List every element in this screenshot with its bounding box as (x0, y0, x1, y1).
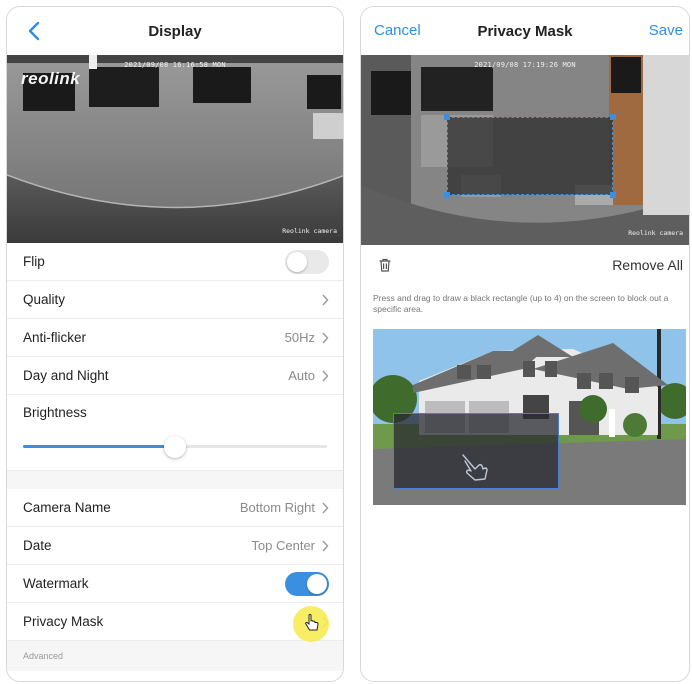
chevron-left-icon[interactable] (23, 19, 47, 43)
flip-row: Flip (7, 243, 343, 281)
date-value: Top Center (251, 538, 315, 553)
mask-handle-bottom-left[interactable] (444, 192, 450, 198)
privacy-mask-rectangle[interactable] (447, 117, 613, 195)
camera-name-label: Camera Name (23, 500, 111, 515)
camera-watermark: Reolink camera (282, 227, 337, 235)
date-label: Date (23, 538, 52, 553)
save-button[interactable]: Save (649, 22, 683, 39)
mask-toolbar: Remove All (361, 245, 689, 285)
flip-toggle[interactable] (285, 249, 329, 274)
chevron-right-icon (322, 370, 329, 381)
brightness-slider[interactable] (23, 436, 327, 458)
page-title: Display (148, 22, 202, 40)
day-night-row[interactable]: Day and Night Auto (7, 357, 343, 395)
settings-list: Flip Quality Anti-flicker 50Hz Day and N… (7, 243, 343, 671)
remove-all-button[interactable]: Remove All (612, 257, 683, 273)
chevron-right-icon (322, 540, 329, 551)
camera-name-value: Bottom Right (239, 500, 315, 515)
privacy-mask-label: Privacy Mask (23, 614, 104, 629)
mask-handle-top-right[interactable] (610, 114, 616, 120)
brightness-section: Brightness (7, 395, 343, 471)
day-night-label: Day and Night (23, 368, 109, 383)
camera-timestamp: 2021/09/08 16:16:58 MON (124, 61, 226, 69)
mask-handle-bottom-right[interactable] (610, 192, 616, 198)
camera-preview: reolink 2021/09/08 16:16:58 MON Reolink … (7, 55, 343, 243)
camera-name-row[interactable]: Camera Name Bottom Right (7, 489, 343, 527)
anti-flicker-value: 50Hz (284, 330, 315, 345)
mask-camera-preview[interactable]: 2021/09/08 17:19:26 MON Reolink camera (361, 55, 689, 245)
page-title: Privacy Mask (477, 22, 573, 40)
brightness-label: Brightness (23, 405, 87, 420)
chevron-right-icon (322, 502, 329, 513)
quality-label: Quality (23, 292, 66, 307)
demo-illustration (373, 329, 686, 505)
date-row[interactable]: Date Top Center (7, 527, 343, 565)
mask-handle-top-left[interactable] (444, 114, 450, 120)
chevron-right-icon (322, 294, 329, 305)
nav-bar: Cancel Privacy Mask Save (361, 7, 689, 55)
advanced-section-header: Advanced (7, 641, 343, 671)
brightness-slider-thumb[interactable] (164, 436, 186, 458)
privacy-mask-row[interactable]: Privacy Mask (7, 603, 343, 642)
day-night-value: Auto (288, 368, 315, 383)
privacy-mask-screen: Cancel Privacy Mask Save 2021/09/08 17:1… (360, 6, 690, 682)
chevron-right-icon (322, 332, 329, 343)
reolink-logo: reolink (21, 69, 81, 88)
display-settings-screen: Display reolink 2021/09/08 16:16:58 MON … (6, 6, 344, 682)
drag-hand-icon (462, 454, 488, 481)
hand-pointer-icon (304, 613, 319, 631)
watermark-toggle[interactable] (285, 571, 329, 596)
flip-label: Flip (23, 254, 45, 269)
cancel-button[interactable]: Cancel (374, 22, 421, 39)
instructions-text: Press and drag to draw a black rectangle… (373, 293, 669, 315)
watermark-row: Watermark (7, 565, 343, 603)
nav-bar: Display (7, 7, 343, 55)
trash-icon[interactable] (377, 257, 393, 273)
camera-timestamp: 2021/09/08 17:19:26 MON (474, 61, 576, 69)
anti-flicker-label: Anti-flicker (23, 330, 87, 345)
anti-flicker-row[interactable]: Anti-flicker 50Hz (7, 319, 343, 357)
camera-watermark: Reolink camera (628, 229, 683, 237)
watermark-label: Watermark (23, 576, 89, 591)
quality-row[interactable]: Quality (7, 281, 343, 319)
